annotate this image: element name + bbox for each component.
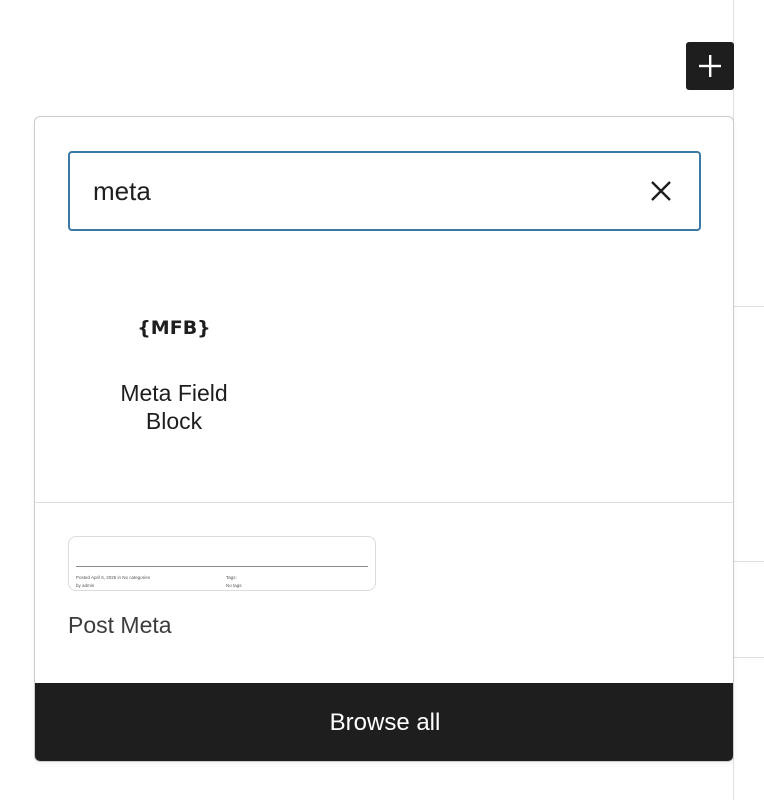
sidebar-rule — [734, 561, 764, 562]
search-field — [68, 151, 701, 231]
block-item-label: Meta Field Block — [120, 380, 228, 434]
pattern-preview-post-meta[interactable]: Posted April 6, 2025 in No categories by… — [68, 536, 376, 591]
sidebar-rule — [734, 306, 764, 307]
pattern-preview-text: Tags: — [226, 575, 237, 580]
pattern-preview-separator — [76, 566, 368, 567]
block-item-meta-field-block[interactable]: {MFB} Meta Field Block — [95, 303, 253, 443]
pattern-preview-text: Posted April 6, 2025 in No categories — [76, 575, 151, 580]
close-icon — [651, 181, 671, 201]
clear-search-button[interactable] — [645, 175, 677, 207]
editor-canvas: {MFB} Meta Field Block Posted April 6, 2… — [0, 0, 764, 800]
section-divider — [35, 502, 733, 503]
plus-icon — [699, 55, 721, 77]
block-inserter-popover: {MFB} Meta Field Block Posted April 6, 2… — [34, 116, 734, 762]
browse-all-button[interactable]: Browse all — [35, 683, 733, 761]
pattern-preview-text: by admin — [76, 583, 95, 588]
meta-field-block-icon: {MFB} — [137, 317, 211, 339]
browse-all-label: Browse all — [329, 709, 441, 736]
pattern-preview-text: No tags — [226, 583, 242, 588]
block-search-input[interactable] — [70, 161, 610, 221]
sidebar-rule — [734, 657, 764, 658]
pattern-label: Post Meta — [68, 612, 172, 638]
block-inserter-toggle-button[interactable] — [686, 42, 734, 90]
